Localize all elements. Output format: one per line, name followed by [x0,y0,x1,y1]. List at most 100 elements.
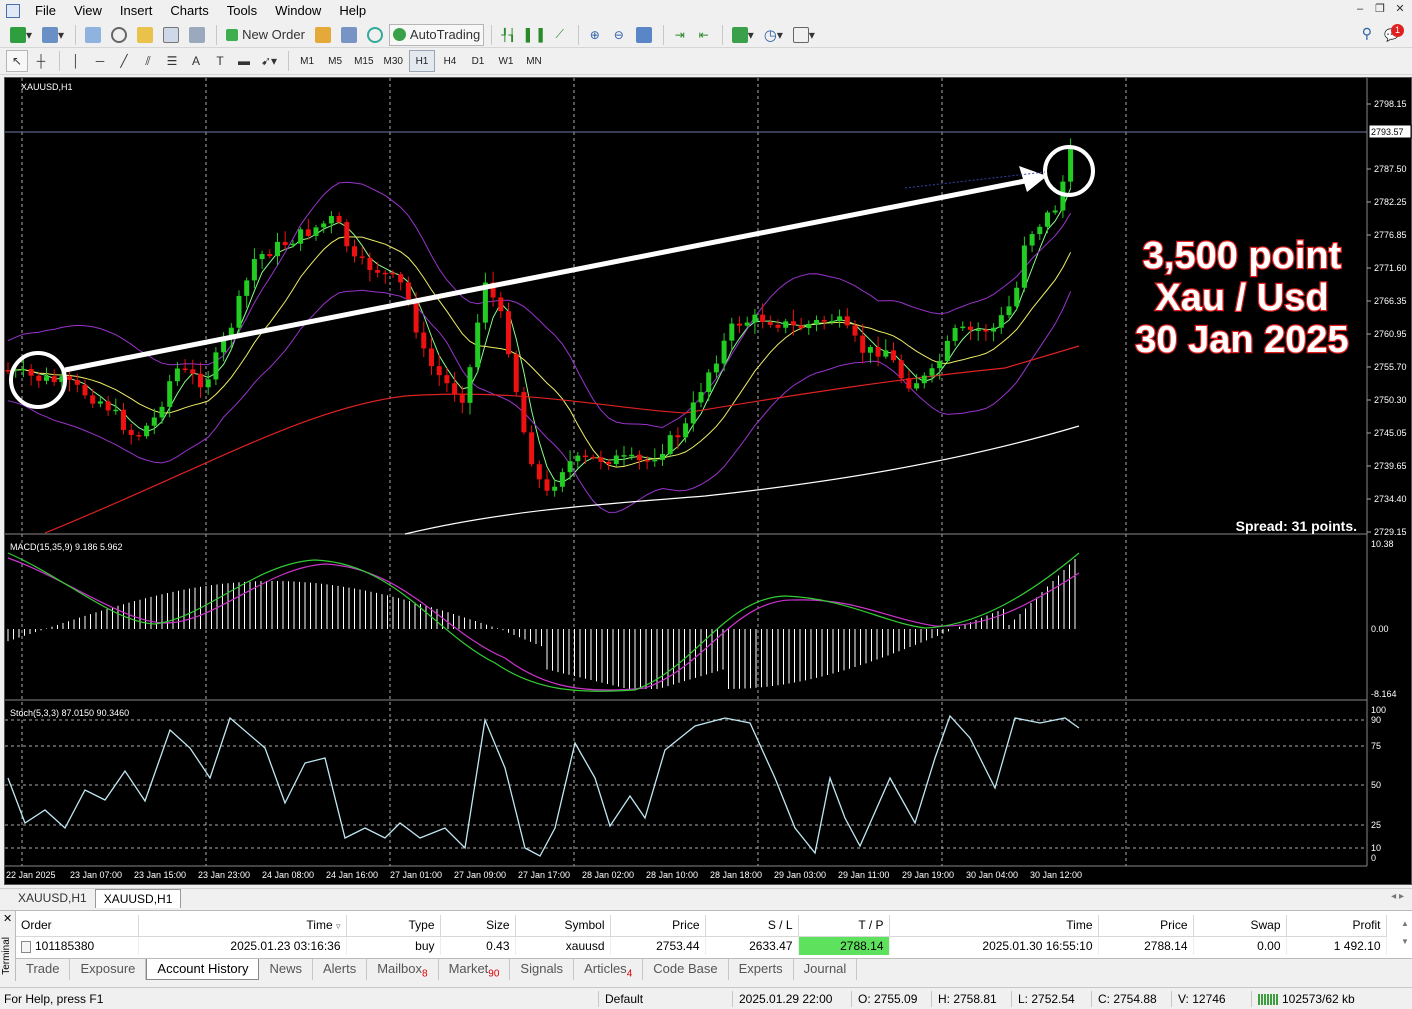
terminal-close-icon[interactable]: ✕ [3,912,12,925]
notifications-button[interactable]: 💬 1 [1384,24,1404,44]
search-icon[interactable]: ⚲ [1362,25,1372,42]
candle-body [1006,306,1012,316]
horizontal-line-button[interactable]: ─ [89,50,111,72]
tf-d1[interactable]: D1 [465,50,491,72]
fibonacci-button[interactable]: ☰ [161,50,183,72]
menu-view[interactable]: View [65,0,111,22]
tf-w1[interactable]: W1 [493,50,519,72]
line-chart-button[interactable]: ⟋ [549,24,571,46]
autotrading-button[interactable]: AutoTrading [388,23,485,46]
menu-window[interactable]: Window [266,0,330,22]
trendline-button[interactable]: ╱ [113,50,135,72]
periods-button[interactable]: ◷ ▾ [760,24,787,46]
cell-symbol: xauusd [515,936,611,955]
col-close-price[interactable]: Price [1098,915,1194,937]
close-icon[interactable]: ✕ [1392,3,1408,17]
zoom-in-button[interactable]: ⊕ [584,24,606,46]
tab-signals[interactable]: Signals [510,959,575,980]
candle-body [559,472,565,487]
tf-m30[interactable]: M30 [380,50,407,72]
col-size[interactable]: Size [440,915,516,937]
minimize-icon[interactable]: – [1352,3,1368,17]
zoom-out-button[interactable]: ⊖ [608,24,630,46]
col-swap[interactable]: Swap [1193,915,1287,937]
tf-m5[interactable]: M5 [322,50,348,72]
chart-window[interactable]: 2798.15 2787.50 2782.25 2776.85 2771.60 2766.… [4,77,1412,885]
menu-help[interactable]: Help [330,0,375,22]
navigator-button[interactable] [133,24,157,46]
candle-body [1045,212,1050,227]
text-label-icon: T [216,54,224,68]
new-order-button[interactable]: New Order [222,24,309,46]
chart-tab-1[interactable]: XAUUSD,H1 [10,889,95,908]
auto-scroll-button[interactable]: ⇥ [669,24,691,46]
metaeditor-button[interactable] [311,24,335,46]
data-window-button[interactable] [107,24,131,46]
menu-insert[interactable]: Insert [111,0,162,22]
arrows-button[interactable]: ➹▾ [257,50,281,72]
col-sl[interactable]: S / L [705,915,799,937]
candle-chart-button[interactable]: ▌▐ [522,24,547,46]
templates-button[interactable]: ▾ [789,24,819,46]
menu-charts[interactable]: Charts [161,0,217,22]
tf-m15[interactable]: M15 [350,50,377,72]
col-time[interactable]: Time ▿ [138,915,347,937]
tab-scroll-arrows[interactable]: ◂ ▸ [1391,891,1404,902]
table-scrollbar[interactable]: ▲ ▼ [1400,915,1410,955]
restore-icon[interactable]: ❐ [1372,3,1388,17]
col-profit[interactable]: Profit [1286,915,1387,937]
tab-code-base[interactable]: Code Base [643,959,729,980]
tf-h1[interactable]: H1 [408,50,435,72]
col-price[interactable]: Price [610,915,706,937]
tab-mailbox[interactable]: Mailbox8 [367,959,439,980]
tab-exposure[interactable]: Exposure [70,959,147,980]
tf-m1[interactable]: M1 [294,50,320,72]
crosshair-tool-button[interactable]: ┼ [30,50,52,72]
bar-chart-button[interactable]: ┦┧ [497,24,519,46]
status-profile[interactable]: Default [598,991,643,1007]
rectangle-button[interactable]: ▬ [233,50,255,72]
strategy-tester-button[interactable] [185,24,209,46]
market-watch-button[interactable] [81,24,105,46]
vps-button[interactable] [337,24,361,46]
tab-account-history[interactable]: Account History [146,959,260,980]
channel-button[interactable]: ⫽ [137,50,159,72]
menu-tools[interactable]: Tools [218,0,266,22]
price-tick-label: 2766.35 [1374,296,1407,306]
candle-body [136,435,142,437]
tf-mn[interactable]: MN [521,50,547,72]
indicators-button[interactable]: ▾ [728,24,758,46]
col-tp[interactable]: T / P [798,915,890,937]
candle-body [313,227,319,236]
tab-market[interactable]: Market90 [439,959,511,980]
price-tick-label: 2787.50 [1374,164,1407,174]
chart-tab-2[interactable]: XAUUSD,H1 [94,889,182,908]
new-chart-button[interactable]: ▾ [6,24,36,46]
tab-trade[interactable]: Trade [16,959,71,980]
template-icon [792,26,809,43]
terminal-button[interactable] [159,24,183,46]
text-button[interactable]: A [185,50,207,72]
chart-shift-button[interactable]: ⇤ [693,24,715,46]
tab-news[interactable]: News [259,959,313,980]
tab-articles[interactable]: Articles4 [574,959,644,980]
tab-alerts[interactable]: Alerts [313,959,368,980]
price-chart[interactable]: 2798.15 2787.50 2782.25 2776.85 2771.60 2766.… [5,78,1412,886]
col-close-time[interactable]: Time [889,915,1099,937]
tile-windows-button[interactable] [632,24,656,46]
tf-h4[interactable]: H4 [437,50,463,72]
tab-experts[interactable]: Experts [729,959,794,980]
text-label-button[interactable]: T [209,50,231,72]
col-symbol[interactable]: Symbol [515,915,611,937]
vertical-line-button[interactable]: │ [65,50,87,72]
status-open: O: 2755.09 [851,991,917,1007]
signals-button[interactable] [363,24,387,46]
table-row[interactable]: 101185380 2025.01.23 03:16:36 buy 0.43 x… [16,936,1387,955]
cursor-tool-button[interactable]: ↖ [6,50,28,72]
annotation-line-3: 30 Jan 2025 [1135,319,1348,361]
tab-journal[interactable]: Journal [794,959,858,980]
profiles-button[interactable]: ▾ [38,24,68,46]
col-type[interactable]: Type [346,915,441,937]
col-order[interactable]: Order [16,915,139,937]
menu-file[interactable]: File [26,0,65,22]
